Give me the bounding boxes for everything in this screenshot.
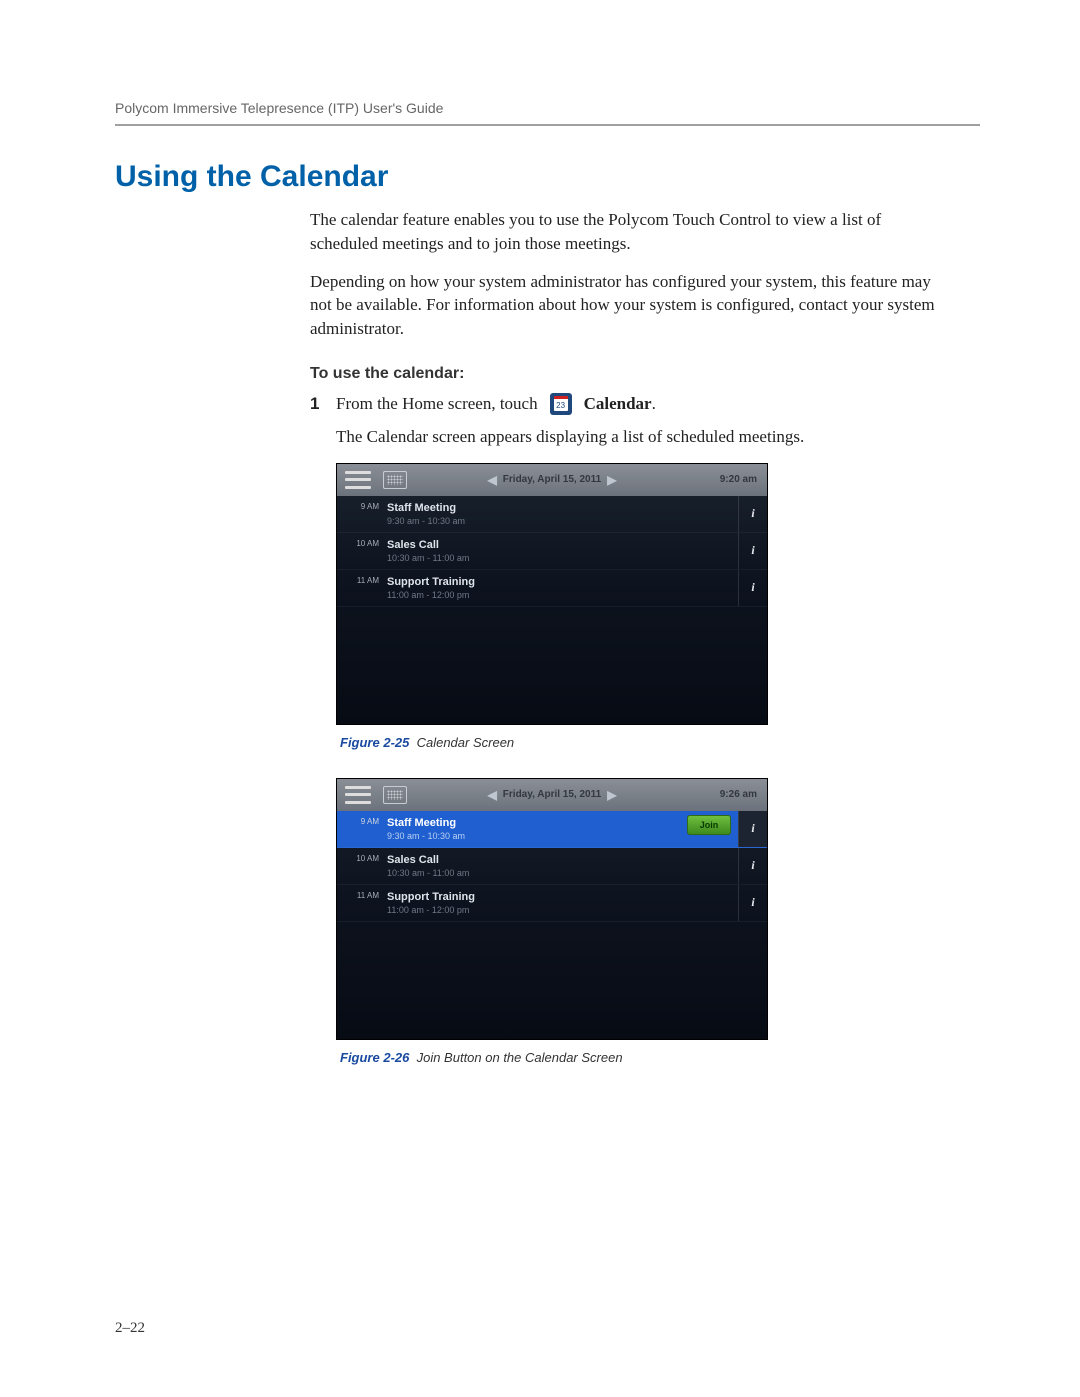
meeting-title: Sales Call — [387, 539, 738, 551]
date-selector[interactable]: ◀ Friday, April 15, 2011 ▶ — [337, 473, 767, 487]
info-icon: i — [751, 506, 754, 521]
step-number: 1 — [310, 394, 324, 414]
info-icon: i — [751, 543, 754, 558]
meeting-row[interactable]: 10 AM Sales Call 10:30 am - 11:00 am i — [337, 848, 767, 885]
running-header: Polycom Immersive Telepresence (ITP) Use… — [115, 100, 980, 124]
meeting-hour: 11 AM — [337, 570, 385, 606]
meeting-title: Staff Meeting — [387, 817, 738, 829]
meeting-time: 10:30 am - 11:00 am — [387, 553, 738, 563]
meeting-title: Sales Call — [387, 854, 738, 866]
date-selector[interactable]: ◀ Friday, April 15, 2011 ▶ — [337, 788, 767, 802]
chevron-left-icon[interactable]: ◀ — [488, 473, 497, 487]
calendar-screen-join: ◀ Friday, April 15, 2011 ▶ 9:26 am 9 AM … — [336, 778, 768, 1040]
meeting-hour: 9 AM — [337, 811, 385, 847]
meeting-title: Support Training — [387, 891, 738, 903]
meeting-hour: 11 AM — [337, 885, 385, 921]
info-icon: i — [751, 580, 754, 595]
info-icon: i — [751, 858, 754, 873]
current-date: Friday, April 15, 2011 — [503, 789, 601, 800]
section-heading: Using the Calendar — [115, 160, 980, 194]
info-button[interactable]: i — [738, 496, 767, 532]
current-time: 9:20 am — [720, 474, 757, 485]
meeting-title: Support Training — [387, 576, 738, 588]
chevron-left-icon[interactable]: ◀ — [488, 788, 497, 802]
screen-topbar: ◀ Friday, April 15, 2011 ▶ 9:26 am — [337, 779, 767, 811]
current-date: Friday, April 15, 2011 — [503, 474, 601, 485]
current-time: 9:26 am — [720, 789, 757, 800]
figure-2-25: ◀ Friday, April 15, 2011 ▶ 9:20 am 9 AM … — [336, 463, 950, 750]
figure-2-26: ◀ Friday, April 15, 2011 ▶ 9:26 am 9 AM … — [336, 778, 950, 1065]
step-1: 1 From the Home screen, touch 23 Calenda… — [310, 393, 950, 415]
calendar-icon-day: 23 — [554, 396, 568, 411]
screen-topbar: ◀ Friday, April 15, 2011 ▶ 9:20 am — [337, 464, 767, 496]
chevron-right-icon[interactable]: ▶ — [607, 473, 616, 487]
intro-paragraph-2: Depending on how your system administrat… — [310, 270, 950, 341]
header-rule — [115, 124, 980, 126]
step-1-result: The Calendar screen appears displaying a… — [336, 425, 950, 449]
meeting-row[interactable]: 11 AM Support Training 11:00 am - 12:00 … — [337, 570, 767, 607]
calendar-icon: 23 — [550, 393, 572, 415]
meeting-row[interactable]: 10 AM Sales Call 10:30 am - 11:00 am i — [337, 533, 767, 570]
meeting-time: 10:30 am - 11:00 am — [387, 868, 738, 878]
procedure-subhead: To use the calendar: — [310, 365, 950, 383]
intro-paragraph-1: The calendar feature enables you to use … — [310, 208, 950, 256]
calendar-screen: ◀ Friday, April 15, 2011 ▶ 9:20 am 9 AM … — [336, 463, 768, 725]
info-button[interactable]: i — [738, 570, 767, 606]
info-icon: i — [751, 821, 754, 836]
info-button[interactable]: i — [738, 811, 767, 847]
info-button[interactable]: i — [738, 848, 767, 884]
info-button[interactable]: i — [738, 885, 767, 921]
chevron-right-icon[interactable]: ▶ — [607, 788, 616, 802]
figure-caption: Figure 2-25 Calendar Screen — [340, 735, 950, 750]
join-button[interactable]: Join — [687, 815, 731, 835]
meeting-hour: 10 AM — [337, 533, 385, 569]
figure-caption: Figure 2-26 Join Button on the Calendar … — [340, 1050, 950, 1065]
meeting-time: 9:30 am - 10:30 am — [387, 516, 738, 526]
meeting-title: Staff Meeting — [387, 502, 738, 514]
meeting-time: 11:00 am - 12:00 pm — [387, 590, 738, 600]
meeting-hour: 9 AM — [337, 496, 385, 532]
meeting-hour: 10 AM — [337, 848, 385, 884]
meeting-time: 9:30 am - 10:30 am — [387, 831, 738, 841]
meeting-row[interactable]: 9 AM Staff Meeting 9:30 am - 10:30 am i — [337, 496, 767, 533]
calendar-label: Calendar — [584, 394, 652, 413]
step-text-pre: From the Home screen, touch — [336, 394, 538, 414]
info-button[interactable]: i — [738, 533, 767, 569]
info-icon: i — [751, 895, 754, 910]
meeting-time: 11:00 am - 12:00 pm — [387, 905, 738, 915]
meeting-row[interactable]: 11 AM Support Training 11:00 am - 12:00 … — [337, 885, 767, 922]
page-number: 2–22 — [115, 1320, 145, 1337]
